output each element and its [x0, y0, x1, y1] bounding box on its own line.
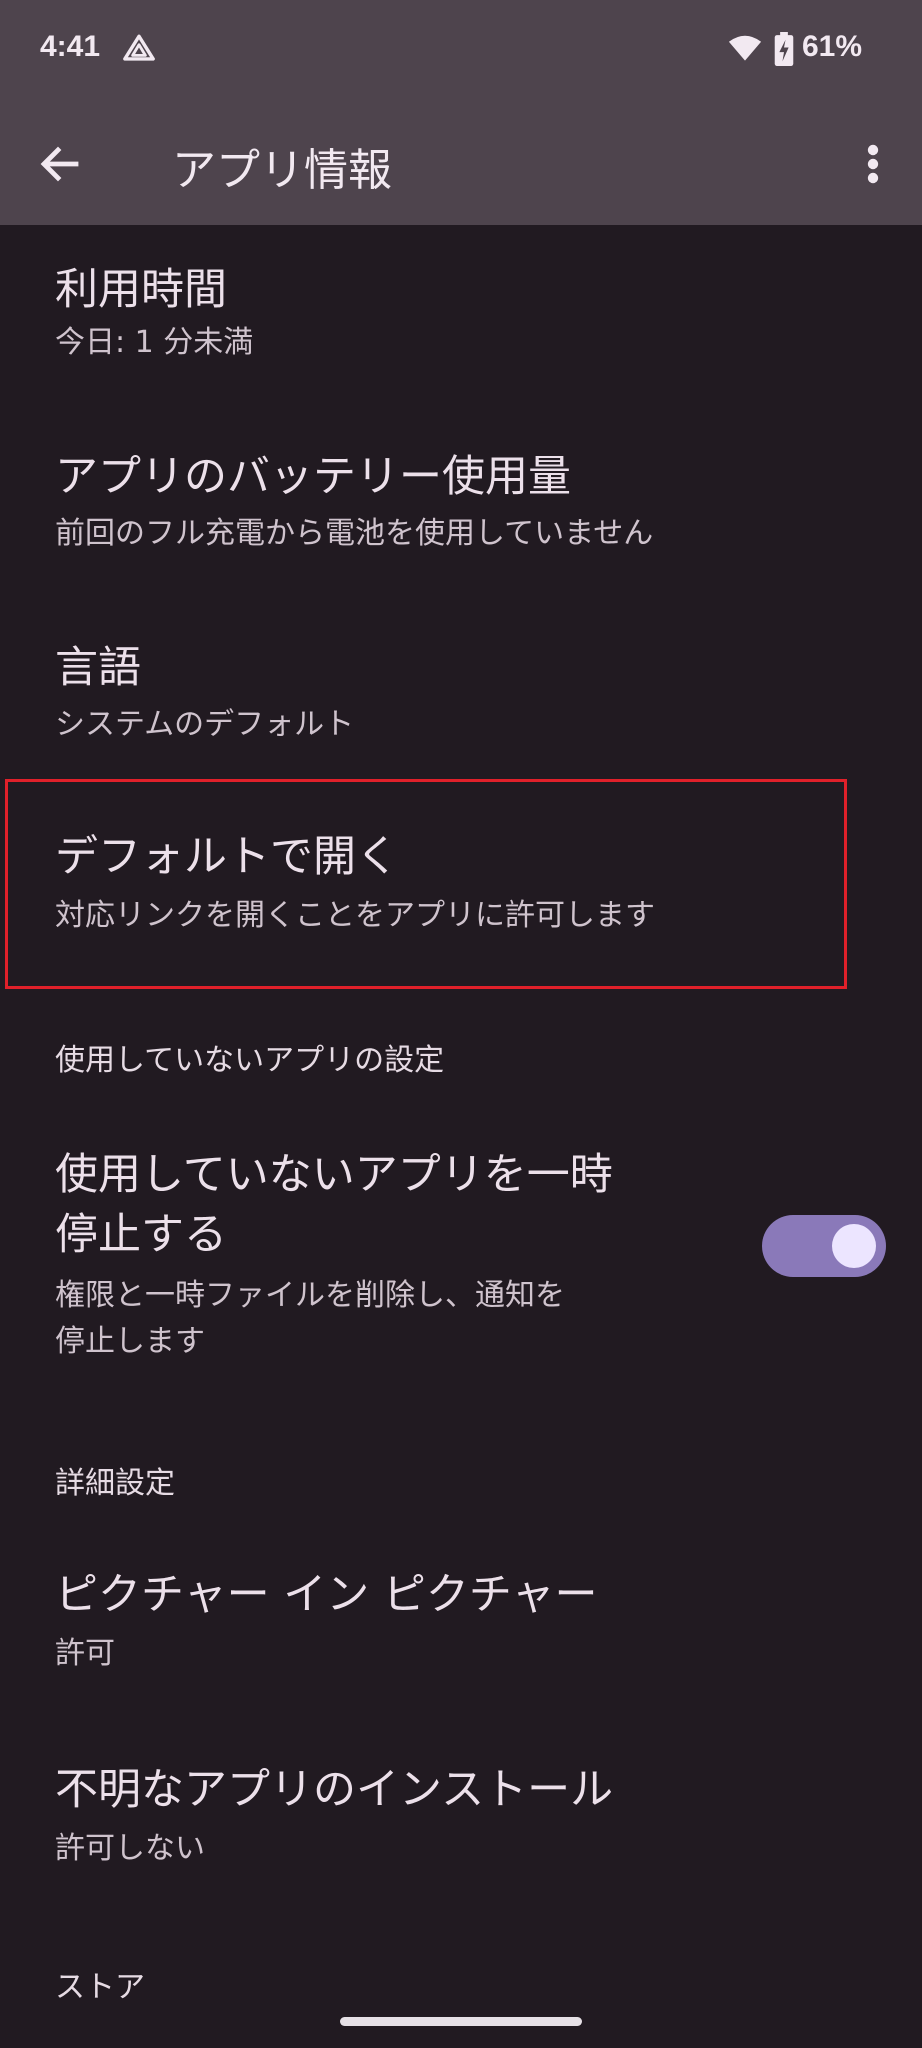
- open-by-default-subtitle: 対応リンクを開くことをアプリに許可します: [55, 898, 655, 933]
- wifi-icon: [728, 35, 762, 61]
- more-vert-icon[interactable]: [856, 140, 890, 188]
- picture-in-picture-item[interactable]: ピクチャー イン ピクチャー 許可: [0, 1540, 922, 1700]
- navigation-handle[interactable]: [340, 2017, 582, 2026]
- store-section-header: ストア: [55, 1970, 145, 2005]
- battery-usage-item[interactable]: アプリのバッテリー使用量 前回のフル充電から電池を使用していません: [0, 420, 922, 580]
- pause-unused-title-line1: 使用していないアプリを一時: [55, 1150, 613, 1200]
- pause-unused-subtitle-line1: 権限と一時ファイルを削除し、通知を: [55, 1278, 565, 1313]
- unused-apps-section-header: 使用していないアプリの設定: [55, 1043, 445, 1078]
- battery-percent: 61%: [802, 30, 863, 63]
- drive-icon: [123, 34, 155, 61]
- arrow-back-icon[interactable]: [36, 140, 84, 188]
- page-title: アプリ情報: [172, 145, 392, 196]
- screen-time-item[interactable]: 利用時間 今日: 1 分未満: [0, 225, 922, 375]
- open-by-default-title: デフォルトで開く: [55, 832, 399, 882]
- pip-subtitle: 許可: [55, 1636, 115, 1671]
- install-unknown-title: 不明なアプリのインストール: [55, 1765, 614, 1815]
- pause-unused-title-line2: 停止する: [55, 1210, 227, 1260]
- install-unknown-apps-item[interactable]: 不明なアプリのインストール 許可しない: [0, 1735, 922, 1895]
- status-time: 4:41: [40, 30, 101, 63]
- status-bar: 4:41 61%: [0, 0, 922, 100]
- screen-time-title: 利用時間: [55, 265, 227, 315]
- pause-unused-subtitle-line2: 停止します: [55, 1324, 205, 1359]
- pip-title: ピクチャー イン ピクチャー: [55, 1570, 598, 1620]
- language-subtitle: システムのデフォルト: [55, 707, 355, 742]
- battery-usage-title: アプリのバッテリー使用量: [55, 452, 571, 502]
- install-unknown-subtitle: 許可しない: [55, 1831, 205, 1866]
- app-bar: アプリ情報: [0, 100, 922, 225]
- battery-usage-subtitle: 前回のフル充電から電池を使用していません: [55, 516, 654, 551]
- battery-charging-icon: [774, 32, 794, 66]
- toggle-knob: [832, 1224, 876, 1268]
- advanced-section-header: 詳細設定: [55, 1466, 175, 1501]
- language-title: 言語: [55, 643, 141, 693]
- language-item[interactable]: 言語 システムのデフォルト: [0, 615, 922, 775]
- screen-time-subtitle: 今日: 1 分未満: [55, 325, 254, 360]
- pause-unused-apps-toggle[interactable]: [762, 1215, 886, 1277]
- open-by-default-item[interactable]: デフォルトで開く 対応リンクを開くことをアプリに許可します: [0, 800, 922, 970]
